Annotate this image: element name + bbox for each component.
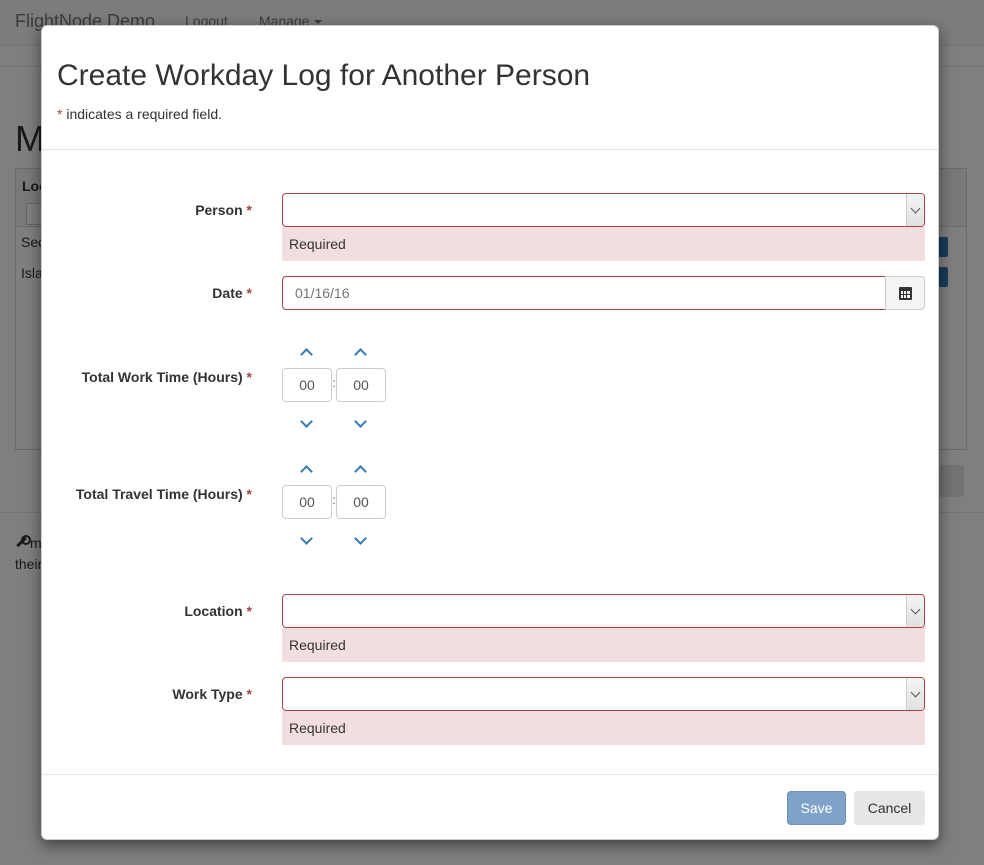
travel-hours-increment-chevron-up-icon[interactable] xyxy=(299,464,313,474)
chevron-down-icon xyxy=(906,678,924,710)
work-time-picker: : xyxy=(282,343,386,433)
location-select[interactable] xyxy=(282,594,925,628)
location-field: Required xyxy=(282,594,925,662)
required-star: * xyxy=(246,603,252,619)
work-hours-input[interactable] xyxy=(282,368,332,402)
date-label-text: Date xyxy=(212,285,243,301)
date-picker-button[interactable] xyxy=(885,276,925,310)
location-label-text: Location xyxy=(184,603,243,619)
modal-header: Create Workday Log for Another Person * … xyxy=(42,26,938,150)
required-star: * xyxy=(246,686,252,702)
work-hours-decrement-chevron-down-icon[interactable] xyxy=(299,419,313,429)
date-label: Date * xyxy=(42,285,252,301)
required-star: * xyxy=(246,369,252,385)
travel-hours-decrement-chevron-down-icon[interactable] xyxy=(299,536,313,546)
required-star: * xyxy=(57,106,63,122)
chevron-down-icon xyxy=(906,595,924,627)
location-error: Required xyxy=(282,628,925,662)
work-minutes-input[interactable] xyxy=(336,368,386,402)
required-star: * xyxy=(246,202,252,218)
person-select[interactable] xyxy=(282,193,925,227)
chevron-down-icon xyxy=(906,194,924,226)
travel-minutes-decrement-chevron-down-icon[interactable] xyxy=(353,536,367,546)
work-hours-increment-chevron-up-icon[interactable] xyxy=(299,347,313,357)
person-error: Required xyxy=(282,227,925,261)
person-label-text: Person xyxy=(195,202,243,218)
work-minutes-increment-chevron-up-icon[interactable] xyxy=(353,347,367,357)
modal-footer: Save Cancel xyxy=(42,774,938,839)
modal-body: Person * Required Date * Total Work Time… xyxy=(42,150,938,776)
create-workday-log-modal: Create Workday Log for Another Person * … xyxy=(41,25,939,840)
date-field xyxy=(282,276,925,310)
cancel-button[interactable]: Cancel xyxy=(854,791,925,825)
calendar-icon xyxy=(899,287,912,300)
travel-minutes-increment-chevron-up-icon[interactable] xyxy=(353,464,367,474)
required-field-note: * indicates a required field. xyxy=(57,106,222,122)
work-minutes-decrement-chevron-down-icon[interactable] xyxy=(353,419,367,429)
modal-title: Create Workday Log for Another Person xyxy=(57,59,591,92)
work-type-select[interactable] xyxy=(282,677,925,711)
required-note-text: indicates a required field. xyxy=(66,106,222,122)
travel-time-label-text: Total Travel Time (Hours) xyxy=(75,486,243,502)
work-time-label: Total Work Time (Hours) * xyxy=(42,369,252,385)
person-label: Person * xyxy=(42,202,252,218)
save-button[interactable]: Save xyxy=(787,791,846,825)
work-type-label: Work Type * xyxy=(42,686,252,702)
required-star: * xyxy=(246,285,252,301)
work-type-label-text: Work Type xyxy=(172,686,243,702)
travel-time-picker: : xyxy=(282,460,386,550)
travel-hours-input[interactable] xyxy=(282,485,332,519)
location-label: Location * xyxy=(42,603,252,619)
date-input-group xyxy=(282,276,925,310)
travel-minutes-input[interactable] xyxy=(336,485,386,519)
work-time-label-text: Total Work Time (Hours) xyxy=(81,369,243,385)
date-input[interactable] xyxy=(282,276,886,310)
travel-time-label: Total Travel Time (Hours) * xyxy=(42,486,252,502)
person-field: Required xyxy=(282,193,925,261)
work-type-error: Required xyxy=(282,711,925,745)
work-type-field: Required xyxy=(282,677,925,745)
required-star: * xyxy=(246,486,252,502)
